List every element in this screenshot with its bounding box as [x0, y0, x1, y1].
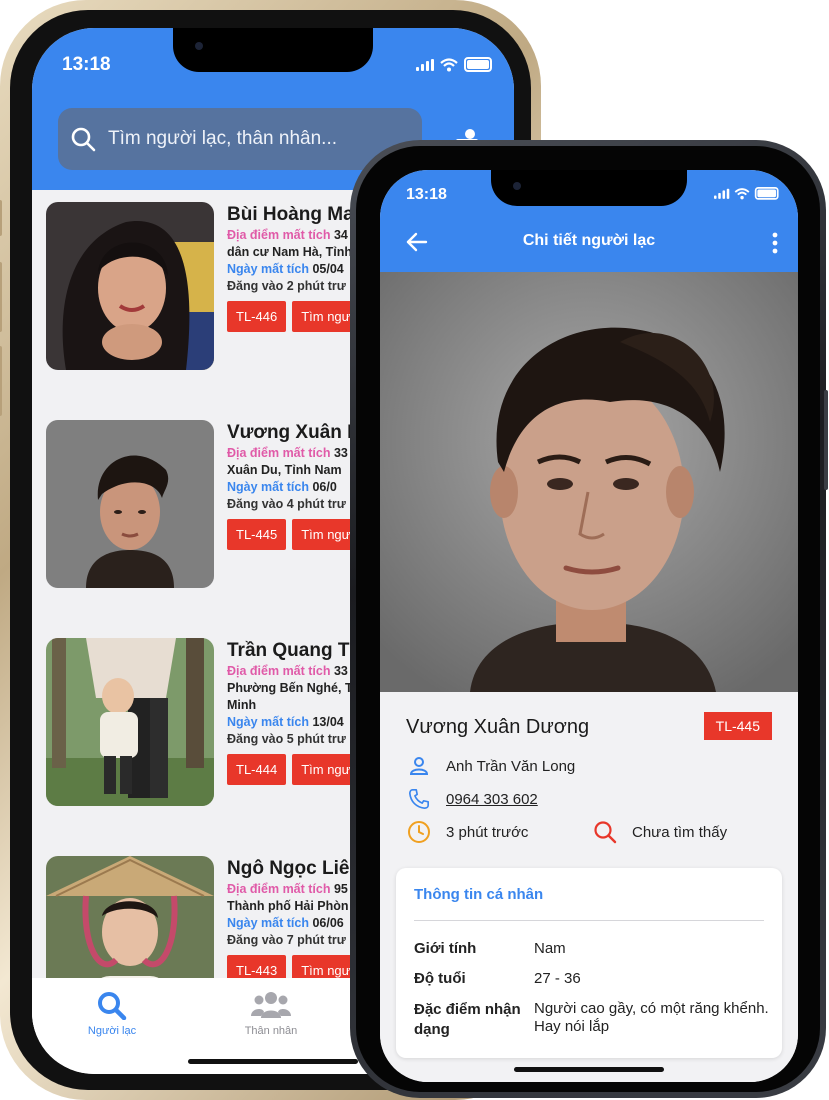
case-tag-badge[interactable]: TL-445	[703, 712, 772, 740]
search-icon	[594, 821, 617, 844]
phone-row[interactable]: 0964 303 602	[406, 788, 538, 810]
home-indicator	[514, 1067, 664, 1072]
volume-up-button	[0, 262, 2, 332]
info-value: 27 - 36	[534, 970, 581, 987]
posted-time: 3 phút trước	[446, 823, 529, 841]
location-label: Địa điểm mất tích	[227, 446, 331, 460]
date-value: 06/0	[312, 480, 337, 494]
page-title: Chi tiết người lạc	[522, 232, 656, 249]
battery-icon	[464, 57, 492, 72]
info-row-gender: Giới tính Nam	[414, 940, 770, 958]
people-icon	[251, 992, 291, 1018]
date-label: Ngày mất tích	[227, 480, 309, 494]
info-key: Đặc điểm nhận dạng	[414, 1001, 521, 1038]
location-label: Địa điểm mất tích	[227, 664, 331, 678]
date-label: Ngày mất tích	[227, 715, 309, 729]
case-tag-button[interactable]: TL-444	[227, 754, 287, 785]
search-input[interactable]: Tìm người lạc, thân nhân...	[58, 108, 422, 170]
person-photo	[46, 202, 214, 370]
front-phone: 13:18 Chi tiết người lạc Vương Xuân Dươn…	[350, 140, 828, 1098]
tab-relatives[interactable]: Thân nhân	[234, 990, 308, 1037]
location-value: 95	[333, 882, 348, 896]
person-photo-large	[380, 272, 798, 692]
person-name: Vương Xuân Dương	[406, 716, 590, 738]
wifi-icon	[440, 57, 458, 71]
date-value: 06/06	[312, 916, 344, 930]
wifi-icon	[734, 187, 750, 199]
clock-icon	[408, 821, 430, 843]
detail-body: Vương Xuân Dương TL-445 Anh Trần Văn Lon…	[380, 692, 798, 1082]
search-placeholder: Tìm người lạc, thân nhân...	[108, 128, 338, 149]
volume-down-button	[0, 346, 2, 416]
location-value: 34	[333, 228, 348, 242]
front-notch	[491, 170, 687, 206]
location-label: Địa điểm mất tích	[227, 228, 331, 242]
info-row-features: Đặc điểm nhận dạng Người cao gầy, có một…	[414, 1000, 770, 1040]
info-key: Độ tuổi	[414, 970, 466, 987]
date-label: Ngày mất tích	[227, 262, 309, 276]
battery-icon	[754, 187, 779, 200]
signal-icon	[714, 188, 730, 199]
reporter-row: Anh Trần Văn Long	[406, 756, 575, 776]
date-value: 05/04	[312, 262, 344, 276]
power-button	[824, 390, 828, 490]
divider	[414, 920, 764, 921]
status-time: 13:18	[406, 186, 447, 203]
mute-switch	[0, 200, 2, 236]
info-value: Nam	[534, 940, 566, 957]
home-indicator	[188, 1059, 358, 1064]
status-row: Chưa tìm thấy	[592, 820, 727, 844]
phone-icon	[409, 789, 429, 809]
signal-icon	[416, 58, 434, 71]
case-tag-button[interactable]: TL-446	[227, 301, 287, 332]
info-value: Người cao gầy, có một răng khểnh. Hay nó…	[534, 1000, 769, 1035]
info-key: Giới tính	[414, 940, 477, 957]
location-label: Địa điểm mất tích	[227, 882, 331, 896]
person-photo	[46, 420, 214, 588]
info-row-age: Độ tuổi 27 - 36	[414, 970, 770, 988]
search-icon	[71, 127, 96, 152]
phone-link[interactable]: 0964 303 602	[446, 791, 538, 808]
section-title: Thông tin cá nhân	[414, 886, 544, 903]
case-tag-button[interactable]: TL-445	[227, 519, 287, 550]
more-options-icon[interactable]	[772, 232, 778, 254]
back-notch	[173, 28, 373, 72]
tab-label: Thân nhân	[244, 1025, 298, 1037]
front-screen: 13:18 Chi tiết người lạc Vương Xuân Dươn…	[380, 170, 798, 1082]
location-value: 33	[333, 664, 348, 678]
date-label: Ngày mất tích	[227, 916, 309, 930]
time-row: 3 phút trước	[406, 820, 528, 844]
status-icons	[416, 57, 492, 72]
date-value: 13/04	[312, 715, 344, 729]
status-icons	[714, 187, 779, 200]
tab-label: Người lạc	[87, 1025, 137, 1037]
search-status: Chưa tìm thấy	[632, 823, 728, 841]
person-photo	[46, 638, 214, 806]
search-icon	[98, 992, 127, 1021]
user-icon	[409, 757, 429, 775]
reporter-name: Anh Trần Văn Long	[446, 757, 576, 775]
tab-missing-people[interactable]: Người lạc	[76, 990, 148, 1037]
location-value: 33	[333, 446, 348, 460]
personal-info-card: Thông tin cá nhân Giới tính Nam Độ tuổi …	[396, 868, 782, 1058]
status-time: 13:18	[62, 54, 111, 75]
